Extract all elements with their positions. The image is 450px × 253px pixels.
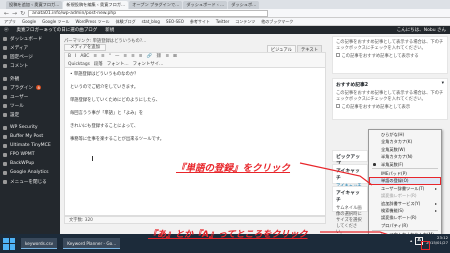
annotation-arrows <box>299 162 421 246</box>
annotation-ime-button: 『あ』とか『A』ってところをクリック <box>148 230 308 240</box>
taskbar-item[interactable]: keywords.csv <box>21 238 58 249</box>
ime-button-highlight <box>421 241 430 250</box>
annotation-word-register: 『単語の登録』をクリック <box>176 163 291 174</box>
windows-start-icon[interactable] <box>3 237 15 250</box>
arrow-to-word-register <box>299 162 373 186</box>
taskbar-item[interactable]: Keyword Planner - Go… <box>63 238 121 249</box>
up-arrow-icon[interactable]: ▴ <box>410 238 412 243</box>
